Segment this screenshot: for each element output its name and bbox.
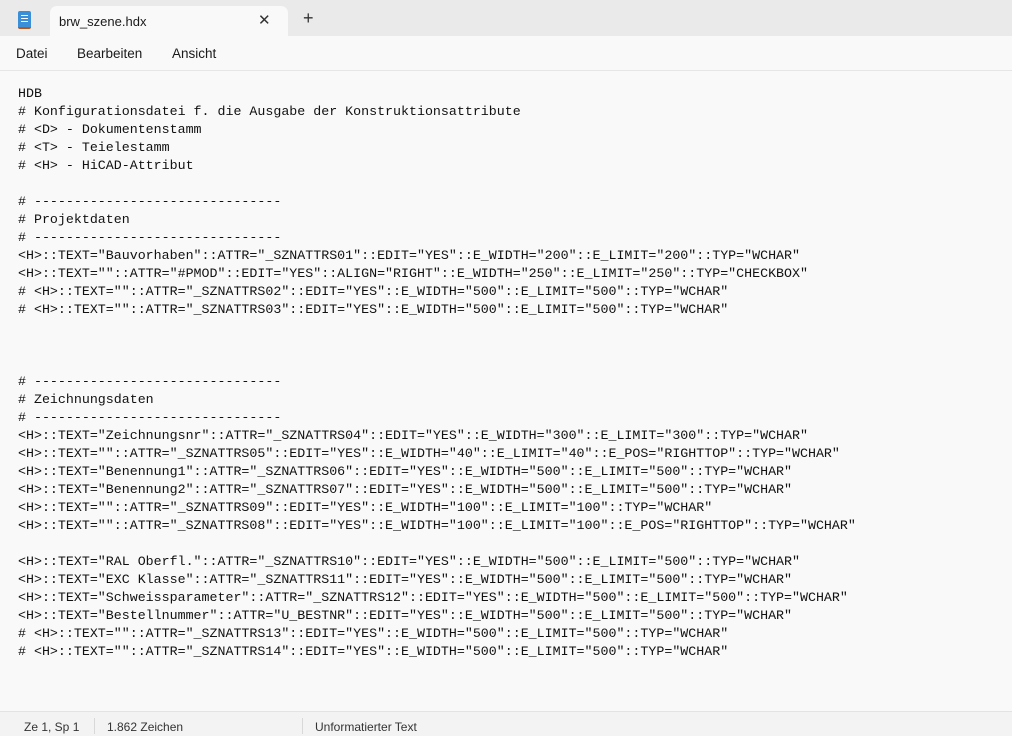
text-line[interactable]: # <H>::TEXT=""::ATTR="_SZNATTRS02"::EDIT… — [18, 283, 856, 301]
text-format: Unformatierter Text — [315, 720, 417, 734]
text-line[interactable]: # <H>::TEXT=""::ATTR="_SZNATTRS13"::EDIT… — [18, 625, 856, 643]
text-line[interactable]: # Konfigurationsdatei f. die Ausgabe der… — [18, 103, 856, 121]
text-line[interactable]: # <H> - HiCAD-Attribut — [18, 157, 856, 175]
menu-bearbeiten[interactable]: Bearbeiten — [77, 46, 142, 61]
text-line[interactable]: <H>::TEXT="Bestellnummer"::ATTR="U_BESTN… — [18, 607, 856, 625]
text-line[interactable]: <H>::TEXT=""::ATTR="_SZNATTRS08"::EDIT="… — [18, 517, 856, 535]
text-line[interactable]: <H>::TEXT=""::ATTR="_SZNATTRS05"::EDIT="… — [18, 445, 856, 463]
text-line[interactable]: HDB — [18, 85, 856, 103]
text-line[interactable]: <H>::TEXT="Zeichnungsnr"::ATTR="_SZNATTR… — [18, 427, 856, 445]
text-line[interactable]: <H>::TEXT="Benennung1"::ATTR="_SZNATTRS0… — [18, 463, 856, 481]
text-line[interactable]: # ------------------------------- — [18, 229, 856, 247]
plus-icon[interactable]: + — [303, 9, 314, 27]
text-line[interactable]: # <H>::TEXT=""::ATTR="_SZNATTRS14"::EDIT… — [18, 643, 856, 661]
text-line[interactable] — [18, 535, 856, 553]
text-line[interactable]: <H>::TEXT="EXC Klasse"::ATTR="_SZNATTRS1… — [18, 571, 856, 589]
text-line[interactable]: # ------------------------------- — [18, 193, 856, 211]
text-line[interactable] — [18, 319, 856, 337]
text-line[interactable]: <H>::TEXT="Schweissparameter"::ATTR="_SZ… — [18, 589, 856, 607]
text-line[interactable]: # <T> - Teielestamm — [18, 139, 856, 157]
text-line[interactable]: # <D> - Dokumentenstamm — [18, 121, 856, 139]
text-line[interactable]: <H>::TEXT=""::ATTR="_SZNATTRS09"::EDIT="… — [18, 499, 856, 517]
text-line[interactable]: # <H>::TEXT=""::ATTR="_SZNATTRS03"::EDIT… — [18, 301, 856, 319]
text-line[interactable] — [18, 337, 856, 355]
divider — [302, 718, 303, 734]
menu-datei[interactable]: Datei — [16, 46, 48, 61]
text-line[interactable]: # Projektdaten — [18, 211, 856, 229]
cursor-position: Ze 1, Sp 1 — [24, 720, 80, 734]
editor-text[interactable]: HDB # Konfigurationsdatei f. die Ausgabe … — [18, 85, 856, 661]
notepad-icon — [18, 11, 31, 29]
text-line[interactable]: <H>::TEXT="RAL Oberfl."::ATTR="_SZNATTRS… — [18, 553, 856, 571]
tab-active-file[interactable]: brw_szene.hdx ✕ — [50, 6, 288, 36]
menu-ansicht[interactable]: Ansicht — [172, 46, 216, 61]
text-line[interactable]: # ------------------------------- — [18, 409, 856, 427]
text-line[interactable] — [18, 175, 856, 193]
divider — [94, 718, 95, 734]
text-line[interactable]: # ------------------------------- — [18, 373, 856, 391]
text-line[interactable]: <H>::TEXT="Benennung2"::ATTR="_SZNATTRS0… — [18, 481, 856, 499]
character-count: 1.862 Zeichen — [107, 720, 184, 734]
text-line[interactable]: # Zeichnungsdaten — [18, 391, 856, 409]
menu-bar: Datei Bearbeiten Ansicht — [0, 36, 1012, 71]
text-line[interactable]: <H>::TEXT=""::ATTR="#PMOD"::EDIT="YES"::… — [18, 265, 856, 283]
text-line[interactable]: <H>::TEXT="Bauvorhaben"::ATTR="_SZNATTRS… — [18, 247, 856, 265]
title-bar: brw_szene.hdx ✕ + — [0, 0, 1012, 36]
text-line[interactable] — [18, 355, 856, 373]
status-bar: Ze 1, Sp 1 1.862 Zeichen Unformatierter … — [0, 711, 1012, 736]
text-editor[interactable]: HDB # Konfigurationsdatei f. die Ausgabe … — [0, 71, 1012, 711]
tab-title: brw_szene.hdx — [59, 14, 147, 29]
close-icon[interactable]: ✕ — [258, 11, 271, 29]
